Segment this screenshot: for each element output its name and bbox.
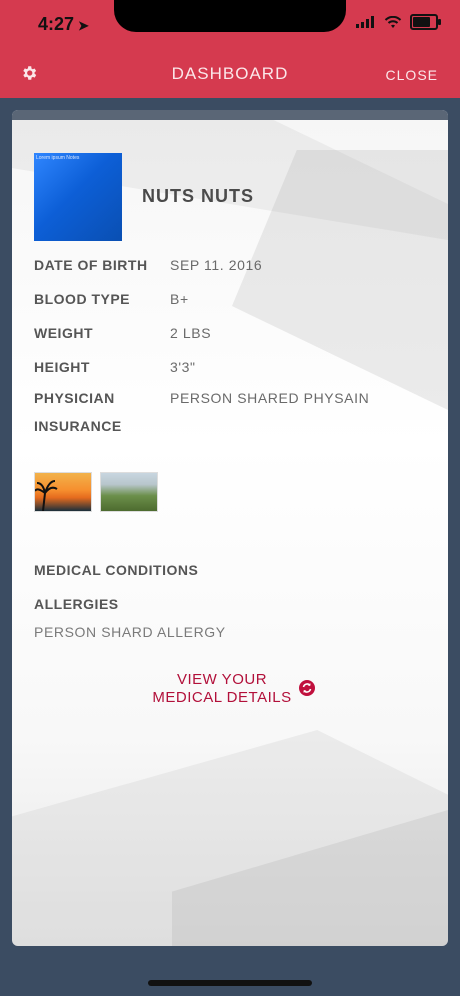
signal-icon: [356, 16, 374, 28]
landscape-photo[interactable]: [100, 472, 158, 512]
view-medical-details-line2: MEDICAL DETAILS: [152, 689, 292, 706]
field-label: PHYSICIAN: [34, 390, 115, 406]
field-blood-type: BLOOD TYPE B+: [34, 291, 434, 307]
medical-conditions-title: MEDICAL CONDITIONS: [34, 562, 199, 578]
card-top-strip: [12, 110, 448, 120]
allergies-value: PERSON SHARD ALLERGY: [34, 624, 226, 640]
field-label: DATE OF BIRTH: [34, 257, 148, 273]
field-value: 3'3": [170, 359, 196, 375]
field-label: INSURANCE: [34, 418, 122, 434]
close-button[interactable]: CLOSE: [386, 67, 438, 83]
field-date-of-birth: DATE OF BIRTH SEP 11. 2016: [34, 257, 434, 273]
field-value: PERSON SHARED PHYSAIN: [170, 390, 370, 406]
field-label: WEIGHT: [34, 325, 93, 341]
battery-icon: [410, 14, 441, 30]
refresh-icon[interactable]: [299, 680, 315, 696]
status-time: 4:27 ➤: [38, 14, 89, 35]
location-arrow-icon: ➤: [78, 18, 89, 33]
field-height: HEIGHT 3'3": [34, 359, 434, 375]
field-label: HEIGHT: [34, 359, 90, 375]
field-physician: PHYSICIAN PERSON SHARED PHYSAIN: [34, 390, 434, 406]
home-indicator: [148, 980, 312, 986]
status-time-text: 4:27: [38, 14, 75, 34]
avatar-caption: Lorem ipsum Notes: [36, 155, 80, 161]
field-weight: WEIGHT 2 LBS: [34, 325, 434, 341]
header-area: 4:27 ➤ DASHBOARD CLOSE: [0, 0, 460, 98]
avatar[interactable]: Lorem ipsum Notes: [34, 153, 122, 241]
device-notch: [114, 0, 346, 32]
wifi-icon: [384, 15, 402, 28]
profile-name: NUTS NUTS: [142, 186, 254, 206]
sunset-photo[interactable]: [34, 472, 92, 512]
field-value: SEP 11. 2016: [170, 257, 263, 273]
field-insurance: INSURANCE: [34, 418, 434, 434]
field-label: BLOOD TYPE: [34, 291, 131, 307]
view-medical-details-line1: VIEW YOUR: [176, 671, 268, 688]
status-icons: [356, 14, 441, 30]
view-medical-details-link[interactable]: VIEW YOUR MEDICAL DETAILS: [142, 671, 302, 707]
field-value: 2 LBS: [170, 325, 212, 341]
profile-card: Lorem ipsum Notes NUTS NUTS DATE OF BIRT…: [12, 110, 448, 946]
allergies-title: ALLERGIES: [34, 596, 119, 612]
palm-tree-icon: [34, 480, 58, 512]
field-value: B+: [170, 291, 189, 307]
